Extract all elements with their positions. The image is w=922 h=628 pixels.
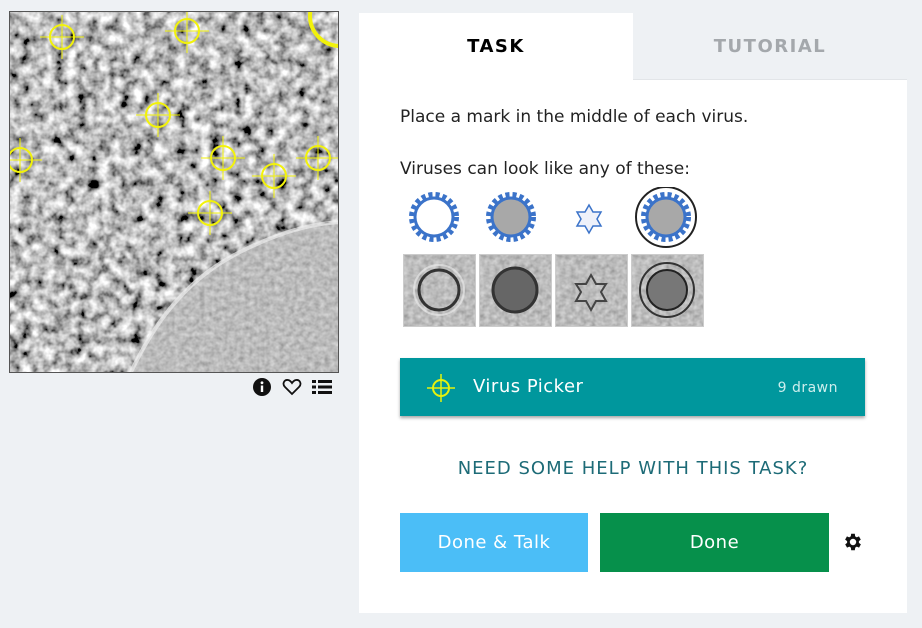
tool-count: 9 drawn <box>777 380 838 396</box>
done-and-talk-button[interactable]: Done & Talk <box>400 513 588 572</box>
heart-icon[interactable] <box>282 377 302 397</box>
virus-photo-examples <box>403 254 704 327</box>
crosshair-icon <box>427 374 455 402</box>
enveloped-capsid-icon <box>635 187 697 248</box>
done-button[interactable]: Done <box>600 513 829 572</box>
tab-tutorial[interactable]: TUTORIAL <box>633 13 907 80</box>
virus-picker-tool[interactable]: Virus Picker 9 drawn <box>400 358 865 416</box>
full-virus-photo <box>479 254 552 327</box>
empty-capsid-icon <box>409 192 459 242</box>
gear-icon[interactable] <box>842 531 864 553</box>
task-instruction: Place a mark in the middle of each virus… <box>400 107 749 127</box>
help-link[interactable]: NEED SOME HELP WITH THIS TASK? <box>359 458 907 479</box>
tool-label: Virus Picker <box>473 376 584 397</box>
empty-virus-photo <box>403 254 476 327</box>
subject-meta-toolbar <box>252 376 332 398</box>
star-virus-photo <box>555 254 628 327</box>
enveloped-virus-photo <box>631 254 704 327</box>
cryo-em-image[interactable] <box>10 12 339 373</box>
collections-list-icon[interactable] <box>312 377 332 397</box>
info-icon[interactable] <box>252 377 272 397</box>
star-particle-icon <box>575 203 603 235</box>
task-panel: TASK TUTORIAL Place a mark in the middle… <box>359 13 907 613</box>
subject-image-viewer[interactable] <box>9 11 339 373</box>
task-tabs: TASK TUTORIAL <box>359 13 907 80</box>
examples-label: Viruses can look like any of these: <box>400 159 690 179</box>
full-capsid-icon <box>486 192 536 242</box>
virus-diagram-examples <box>409 187 697 248</box>
tab-task[interactable]: TASK <box>359 13 633 80</box>
